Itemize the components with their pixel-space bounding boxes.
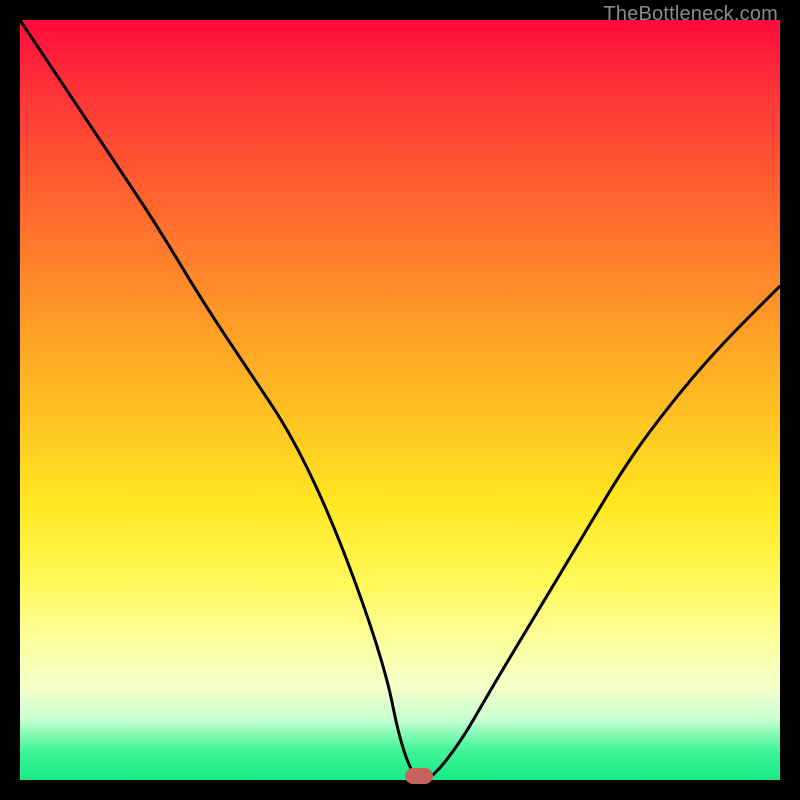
optimal-marker — [405, 768, 433, 784]
chart-container: TheBottleneck.com — [0, 0, 800, 800]
curve-line — [20, 20, 780, 780]
bottleneck-curve — [20, 20, 780, 780]
plot-area — [20, 20, 780, 780]
